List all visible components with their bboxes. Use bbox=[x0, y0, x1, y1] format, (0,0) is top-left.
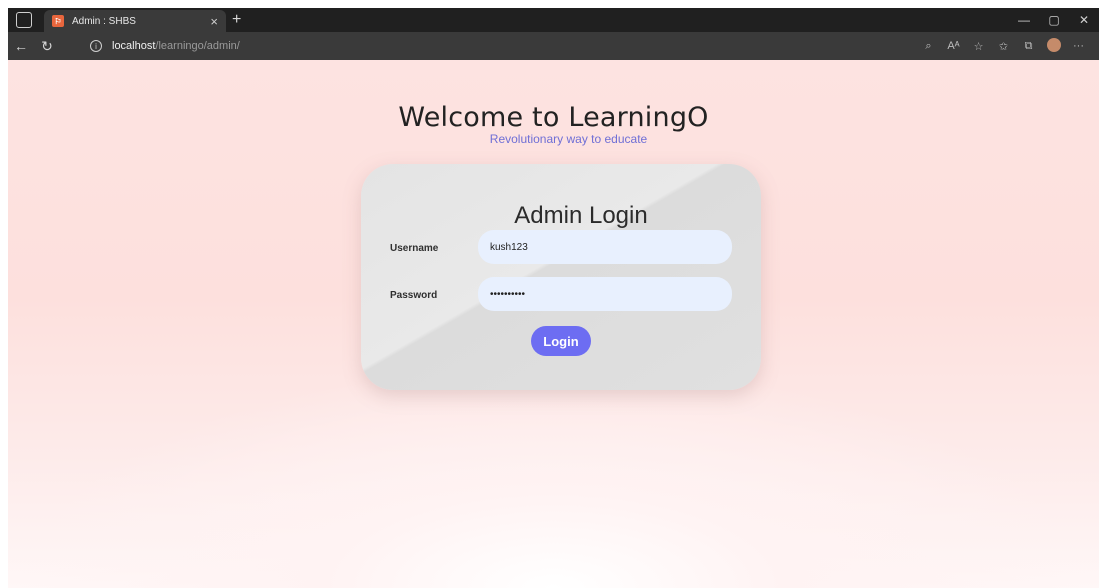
tab-title: Admin : SHBS bbox=[72, 15, 136, 27]
address-bar[interactable]: i localhost /learningo/admin/ bbox=[90, 36, 990, 56]
tab-close-icon[interactable]: × bbox=[210, 14, 218, 29]
restore-icon[interactable]: ▢ bbox=[1039, 8, 1069, 32]
toolbar-right: ⌕ Aᴬ ☆ ✩ ⧉ ··· bbox=[916, 32, 1091, 60]
url-path: /learningo/admin/ bbox=[155, 40, 240, 52]
navigation-bar: ← ↻ i localhost /learningo/admin/ ⌕ Aᴬ ☆… bbox=[8, 32, 1099, 60]
password-label: Password bbox=[390, 290, 438, 301]
tab-actions-icon[interactable] bbox=[16, 12, 32, 28]
more-icon[interactable]: ··· bbox=[1066, 40, 1091, 52]
page-subheading: Revolutionary way to educate bbox=[489, 132, 648, 146]
username-label: Username bbox=[390, 243, 439, 254]
password-input[interactable] bbox=[478, 277, 732, 311]
window-controls: — ▢ ✕ bbox=[1009, 8, 1099, 32]
login-card: Admin Login Username Password Login bbox=[361, 164, 761, 390]
login-title: Admin Login bbox=[514, 202, 648, 229]
active-tab[interactable]: ⚐ Admin : SHBS × bbox=[44, 10, 226, 32]
site-info-icon[interactable]: i bbox=[90, 40, 102, 52]
page-content: Welcome to LearningO Revolutionary way t… bbox=[8, 60, 1099, 588]
back-icon[interactable]: ← bbox=[8, 38, 34, 54]
add-favorite-icon[interactable]: ☆ bbox=[966, 40, 991, 53]
url-host: localhost bbox=[112, 40, 156, 52]
login-button[interactable]: Login bbox=[531, 326, 591, 356]
site-favicon-icon: ⚐ bbox=[52, 15, 64, 27]
search-page-icon[interactable]: ⌕ bbox=[916, 40, 941, 53]
collections-icon[interactable]: ⧉ bbox=[1016, 40, 1041, 53]
profile-avatar-icon[interactable] bbox=[1041, 37, 1066, 55]
new-tab-icon[interactable]: + bbox=[232, 11, 241, 29]
username-input[interactable] bbox=[478, 230, 732, 264]
minimize-icon[interactable]: — bbox=[1009, 8, 1039, 32]
read-aloud-icon[interactable]: Aᴬ bbox=[941, 40, 966, 52]
refresh-icon[interactable]: ↻ bbox=[34, 38, 60, 55]
close-window-icon[interactable]: ✕ bbox=[1069, 8, 1099, 32]
tab-strip: ⚐ Admin : SHBS × + — ▢ ✕ bbox=[8, 8, 1099, 32]
favorites-icon[interactable]: ✩ bbox=[991, 40, 1016, 53]
page-heading: Welcome to LearningO bbox=[398, 102, 709, 133]
